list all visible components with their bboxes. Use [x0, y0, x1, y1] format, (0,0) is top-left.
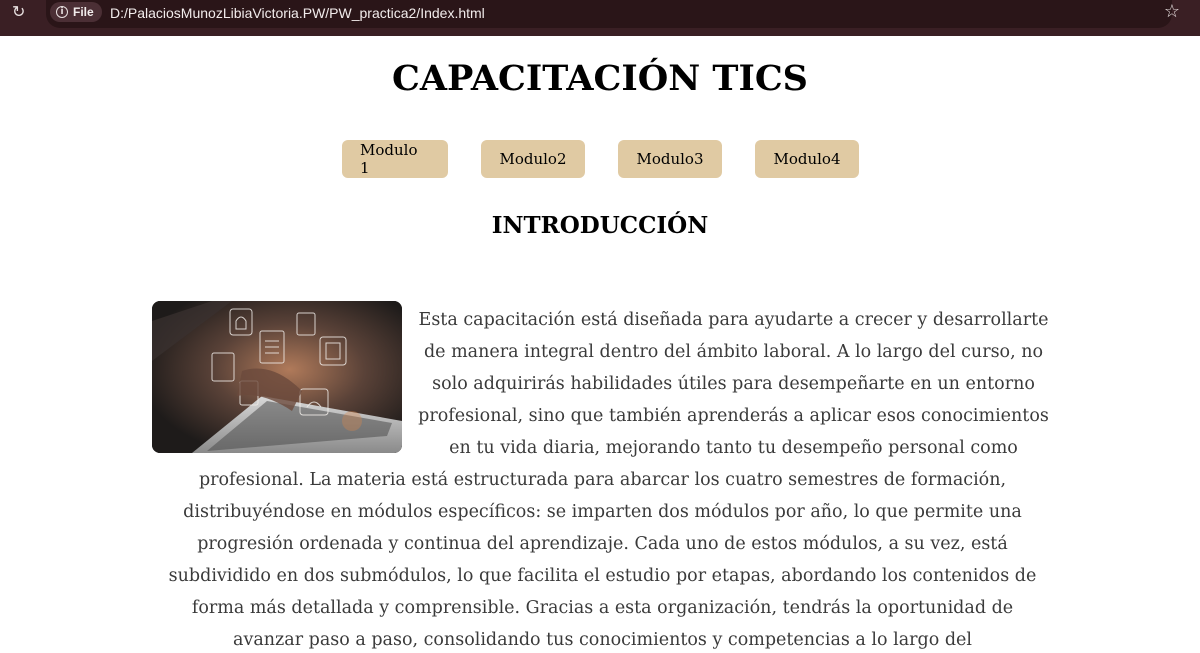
- nav-button-modulo-3[interactable]: Modulo3: [618, 140, 722, 178]
- site-info-chip[interactable]: i File: [50, 2, 102, 22]
- intro-paragraph: Esta capacitación está diseñada para ayu…: [155, 304, 1050, 653]
- info-icon: i: [56, 6, 68, 18]
- reload-icon[interactable]: ↻: [12, 4, 28, 20]
- section-title: INTRODUCCIÓN: [491, 212, 709, 239]
- page-title: CAPACITACIÓN TICS: [392, 58, 808, 99]
- address-bar[interactable]: i File D:/PalaciosMunozLibiaVictoria.PW/…: [46, 0, 1172, 28]
- nav-button-modulo-1[interactable]: Modulo 1: [342, 140, 448, 178]
- file-label: File: [73, 5, 94, 19]
- url-text[interactable]: D:/PalaciosMunozLibiaVictoria.PW/PW_prac…: [110, 5, 485, 21]
- nav-button-modulo-4[interactable]: Modulo4: [755, 140, 859, 178]
- image-float-spacer: [155, 304, 417, 464]
- page-content: CAPACITACIÓN TICS Modulo 1 Modulo2 Modul…: [0, 36, 1200, 653]
- browser-toolbar: ↻ i File D:/PalaciosMunozLibiaVictoria.P…: [0, 0, 1200, 36]
- module-nav: Modulo 1 Modulo2 Modulo3 Modulo4: [342, 140, 859, 178]
- nav-button-modulo-2[interactable]: Modulo2: [481, 140, 585, 178]
- bookmark-star-icon[interactable]: ☆: [1164, 1, 1180, 22]
